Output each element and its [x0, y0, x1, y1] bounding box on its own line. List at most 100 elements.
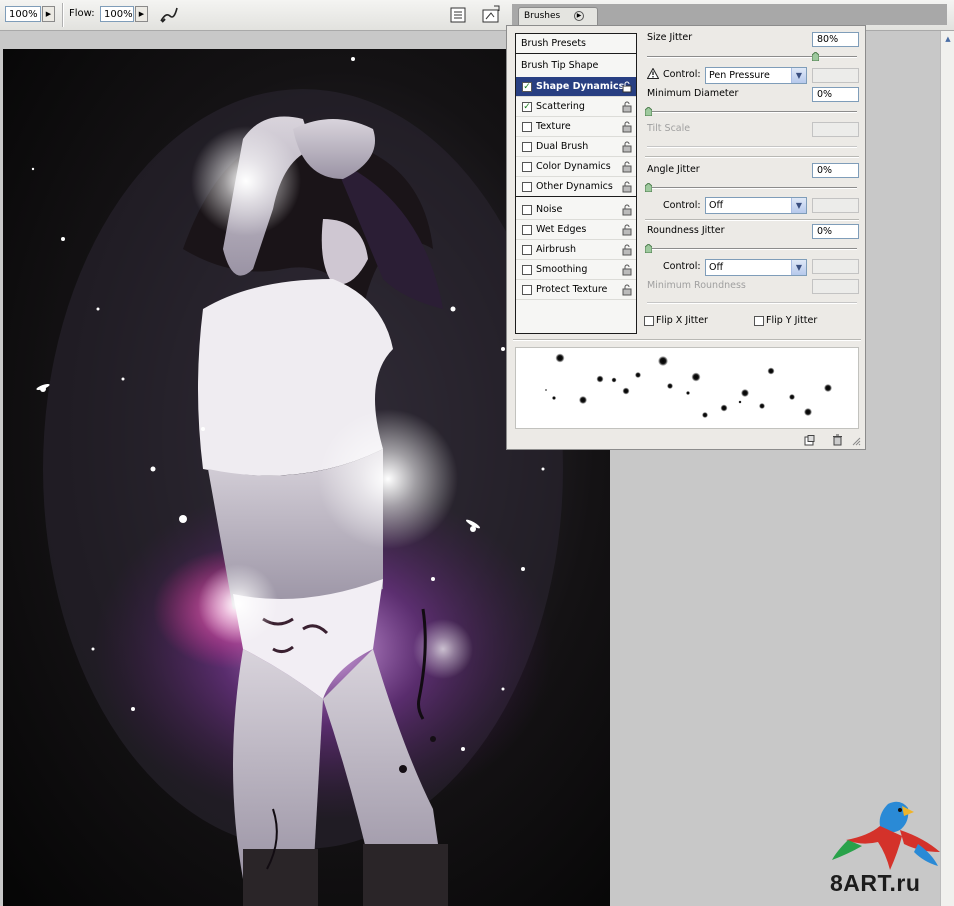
- panel-menu-icon[interactable]: ▶: [574, 11, 584, 21]
- flip-x-jitter-checkbox[interactable]: [644, 316, 654, 326]
- watermark-text: 8ART.ru: [830, 870, 921, 896]
- checkbox-shape-dynamics[interactable]: ✓: [522, 82, 532, 92]
- checkbox-protect-texture[interactable]: [522, 285, 532, 295]
- brush-presets-item[interactable]: Brush Presets: [516, 34, 636, 54]
- brush-settings-list: Brush Presets Brush Tip Shape ✓ Shape Dy…: [515, 33, 637, 334]
- list-item-label: Texture: [536, 121, 571, 132]
- lock-icon[interactable]: [622, 161, 632, 173]
- size-control-label: Control:: [663, 69, 701, 80]
- chevron-down-icon[interactable]: ▼: [791, 68, 806, 83]
- panel-tab-strip: Brushes ▶: [512, 4, 947, 25]
- opacity-arrow-button[interactable]: ▶: [42, 6, 55, 22]
- minimum-roundness-label: Minimum Roundness: [647, 280, 746, 291]
- new-preset-icon[interactable]: [804, 435, 815, 446]
- angle-control-select[interactable]: Off ▼: [705, 197, 807, 214]
- vertical-scrollbar[interactable]: ▲: [940, 31, 954, 906]
- parrot-icon: [832, 801, 940, 870]
- brushes-panel: Brush Presets Brush Tip Shape ✓ Shape Dy…: [506, 25, 866, 450]
- minimum-diameter-slider-knob[interactable]: [645, 107, 652, 116]
- lock-icon[interactable]: [622, 264, 632, 276]
- checkbox-noise[interactable]: [522, 205, 532, 215]
- tilt-scale-label: Tilt Scale: [647, 123, 691, 134]
- lock-icon[interactable]: [622, 121, 632, 133]
- flow-field[interactable]: 100%: [100, 6, 134, 22]
- list-item-label: Wet Edges: [536, 224, 587, 235]
- list-item-label: Shape Dynamics: [536, 81, 625, 92]
- lock-icon[interactable]: [622, 244, 632, 256]
- chevron-down-icon[interactable]: ▼: [791, 260, 806, 275]
- divider: [645, 219, 859, 221]
- checkbox-scattering[interactable]: ✓: [522, 102, 532, 112]
- size-jitter-slider[interactable]: [647, 56, 857, 58]
- roundness-jitter-label: Roundness Jitter: [647, 225, 725, 236]
- roundness-control-fade-field: [812, 259, 859, 274]
- list-item-shape-dynamics[interactable]: ✓ Shape Dynamics: [516, 77, 636, 97]
- minimum-diameter-slider[interactable]: [647, 111, 857, 113]
- roundness-jitter-slider[interactable]: [647, 248, 857, 250]
- list-item-label: Protect Texture: [536, 284, 608, 295]
- separator: [62, 3, 64, 27]
- divider: [513, 339, 861, 341]
- tab-brushes[interactable]: Brushes ▶: [518, 7, 598, 25]
- scroll-up-icon[interactable]: ▲: [942, 33, 954, 45]
- list-item-color-dynamics[interactable]: Color Dynamics: [516, 157, 636, 177]
- lock-icon[interactable]: [622, 204, 632, 216]
- brush-tip-shape-label: Brush Tip Shape: [521, 60, 599, 71]
- lock-icon[interactable]: [622, 284, 632, 296]
- list-item-smoothing[interactable]: Smoothing: [516, 260, 636, 280]
- minimum-diameter-label: Minimum Diameter: [647, 88, 739, 99]
- list-item-label: Noise: [536, 204, 563, 215]
- trash-icon[interactable]: [832, 434, 843, 446]
- checkbox-wet-edges[interactable]: [522, 225, 532, 235]
- roundness-jitter-slider-knob[interactable]: [645, 244, 652, 253]
- list-item-airbrush[interactable]: Airbrush: [516, 240, 636, 260]
- chevron-down-icon[interactable]: ▼: [791, 198, 806, 213]
- lock-icon[interactable]: [622, 141, 632, 153]
- list-item-label: Color Dynamics: [536, 161, 611, 172]
- angle-jitter-slider[interactable]: [647, 187, 857, 189]
- roundness-control-select[interactable]: Off ▼: [705, 259, 807, 276]
- list-item-other-dynamics[interactable]: Other Dynamics: [516, 177, 636, 197]
- checkbox-smoothing[interactable]: [522, 265, 532, 275]
- lock-icon[interactable]: [622, 81, 632, 93]
- list-item-texture[interactable]: Texture: [516, 117, 636, 137]
- airbrush-icon[interactable]: [158, 4, 180, 25]
- flip-y-jitter-checkbox[interactable]: [754, 316, 764, 326]
- angle-jitter-label: Angle Jitter: [647, 164, 700, 175]
- checkbox-color-dynamics[interactable]: [522, 162, 532, 172]
- checkbox-other-dynamics[interactable]: [522, 182, 532, 192]
- warning-icon: [647, 68, 659, 79]
- list-item-dual-brush[interactable]: Dual Brush: [516, 137, 636, 157]
- minimum-roundness-slider: [647, 302, 857, 304]
- size-jitter-slider-knob[interactable]: [812, 52, 819, 61]
- angle-jitter-slider-knob[interactable]: [645, 183, 652, 192]
- angle-jitter-field[interactable]: 0%: [812, 163, 859, 178]
- brush-tip-shape-item[interactable]: Brush Tip Shape: [516, 56, 636, 76]
- checkbox-texture[interactable]: [522, 122, 532, 132]
- roundness-control-label: Control:: [663, 261, 701, 272]
- palette-well-icon[interactable]: [447, 4, 469, 25]
- watermark-logo: 8ART.ru: [828, 796, 948, 904]
- flow-label: Flow:: [69, 8, 95, 19]
- list-item-noise[interactable]: Noise: [516, 200, 636, 220]
- angle-control-fade-field: [812, 198, 859, 213]
- size-control-select[interactable]: Pen Pressure ▼: [705, 67, 807, 84]
- list-item-protect-texture[interactable]: Protect Texture: [516, 280, 636, 300]
- flip-y-jitter-label: Flip Y Jitter: [766, 315, 818, 326]
- roundness-jitter-field[interactable]: 0%: [812, 224, 859, 239]
- size-jitter-field[interactable]: 80%: [812, 32, 859, 47]
- lock-icon[interactable]: [622, 181, 632, 193]
- list-item-wet-edges[interactable]: Wet Edges: [516, 220, 636, 240]
- brush-panel-toggle-icon[interactable]: [480, 4, 502, 25]
- flow-arrow-button[interactable]: ▶: [135, 6, 148, 22]
- lock-icon[interactable]: [622, 101, 632, 113]
- list-item-scattering[interactable]: ✓ Scattering: [516, 97, 636, 117]
- opacity-field[interactable]: 100%: [5, 6, 41, 22]
- list-item-label: Dual Brush: [536, 141, 589, 152]
- resize-grip-icon[interactable]: [851, 436, 861, 446]
- checkbox-airbrush[interactable]: [522, 245, 532, 255]
- lock-icon[interactable]: [622, 224, 632, 236]
- flip-x-jitter-label: Flip X Jitter: [656, 315, 708, 326]
- minimum-diameter-field[interactable]: 0%: [812, 87, 859, 102]
- checkbox-dual-brush[interactable]: [522, 142, 532, 152]
